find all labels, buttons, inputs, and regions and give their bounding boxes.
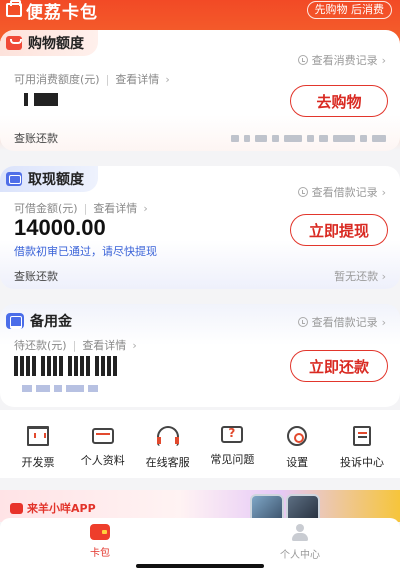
shop-first-pill[interactable]: 先购物 后消费 bbox=[306, 1, 392, 19]
no-repayment-label: 暂无还款 bbox=[334, 270, 379, 283]
home-indicator bbox=[136, 564, 264, 568]
nav-wallet[interactable]: 卡包 bbox=[50, 518, 150, 559]
complaint-icon bbox=[352, 426, 371, 446]
cash-icon bbox=[6, 172, 22, 186]
loan-record-link[interactable]: 查看借款记录 › bbox=[297, 184, 386, 200]
invoice-icon bbox=[27, 426, 49, 446]
shopping-repay-link[interactable]: 查账还款 bbox=[14, 130, 58, 146]
clock-icon bbox=[297, 55, 308, 65]
shopping-detail-link[interactable]: 查看详情 bbox=[115, 71, 159, 87]
clock-icon bbox=[297, 317, 308, 327]
consumption-record-link[interactable]: 查看消费记录 › bbox=[297, 52, 386, 68]
tool-online-service[interactable]: 在线客服 bbox=[140, 410, 196, 478]
gear-icon bbox=[287, 426, 308, 446]
tool-profile[interactable]: 个人资料 bbox=[75, 410, 131, 478]
tool-label: 投诉中心 bbox=[339, 456, 384, 469]
chevron-right-icon: › bbox=[381, 185, 386, 199]
headset-icon bbox=[156, 426, 179, 446]
chevron-right-icon: › bbox=[381, 53, 386, 67]
cash-detail-link[interactable]: 查看详情 bbox=[93, 200, 137, 216]
reserve-fund-title: 备用金 bbox=[30, 314, 72, 330]
nav-wallet-label: 卡包 bbox=[90, 548, 110, 559]
shopping-bottom-row: 查账还款 bbox=[14, 130, 386, 146]
cash-repay-link[interactable]: 查账还款 bbox=[14, 268, 58, 284]
shopping-quota-title: 购物额度 bbox=[28, 36, 84, 52]
tool-label: 开发票 bbox=[21, 456, 55, 469]
reserve-loan-record-link[interactable]: 查看借款记录 › bbox=[297, 314, 386, 330]
cash-quota-card: 取现额度 查看借款记录 › 可借金额(元) | 查看详情 › 14000.00 … bbox=[0, 166, 400, 289]
tool-settings[interactable]: 设置 bbox=[269, 410, 325, 478]
masked-quota-amount bbox=[24, 92, 64, 106]
tool-grid: 开发票 个人资料 在线客服 常见问题 设置 投诉中心 bbox=[0, 410, 400, 478]
clock-icon bbox=[297, 187, 308, 197]
shopping-quota-tab: 购物额度 bbox=[0, 30, 98, 56]
promo-tag-label: 来羊小咩APP bbox=[27, 502, 96, 515]
reserve-loan-record-label: 查看借款记录 bbox=[311, 316, 378, 329]
repay-now-button[interactable]: 立即还款 bbox=[290, 350, 388, 382]
nav-profile-label: 个人中心 bbox=[280, 550, 320, 561]
blurred-info bbox=[231, 134, 386, 142]
cash-quota-title: 取现额度 bbox=[28, 172, 84, 188]
tool-invoice[interactable]: 开发票 bbox=[10, 410, 66, 478]
consumption-record-label: 查看消费记录 bbox=[311, 54, 378, 67]
chevron-right-icon: › bbox=[381, 315, 386, 329]
tool-label: 常见问题 bbox=[210, 453, 255, 466]
shopping-quota-card: 购物额度 查看消费记录 › 可用消费额度(元) | 查看详情 › 去购物 查账还… bbox=[0, 30, 400, 151]
loan-record-label: 查看借款记录 bbox=[311, 186, 378, 199]
available-quota-label: 可用消费额度(元) bbox=[14, 73, 100, 86]
reserve-sub-row: 待还款(元) | 查看详情 › bbox=[14, 337, 137, 353]
reserve-fund-tab: 备用金 bbox=[0, 308, 86, 334]
wallet-logo-icon bbox=[6, 0, 22, 17]
chevron-right-icon: › bbox=[132, 338, 137, 352]
cash-quota-tab: 取现额度 bbox=[0, 166, 98, 192]
cash-bottom-row: 查账还款 暂无还款 › bbox=[14, 268, 386, 284]
brand-title: 便荔卡包 bbox=[26, 2, 98, 23]
nav-profile[interactable]: 个人中心 bbox=[250, 518, 350, 561]
masked-pending-amount bbox=[14, 355, 119, 377]
reserve-fund-icon bbox=[6, 313, 24, 329]
tool-label: 个人资料 bbox=[80, 454, 125, 467]
promo-tag: 来羊小咩APP bbox=[10, 500, 96, 516]
app-logo-icon bbox=[10, 502, 23, 514]
chevron-right-icon: › bbox=[165, 72, 170, 86]
wallet-icon bbox=[90, 524, 110, 540]
tool-faq[interactable]: 常见问题 bbox=[204, 410, 260, 478]
tool-label: 在线客服 bbox=[145, 456, 190, 469]
cash-sub-row: 可借金额(元) | 查看详情 › bbox=[14, 200, 148, 216]
no-repayment-status[interactable]: 暂无还款 › bbox=[334, 268, 386, 284]
withdraw-now-button[interactable]: 立即提现 bbox=[290, 214, 388, 246]
go-shopping-button[interactable]: 去购物 bbox=[290, 85, 388, 117]
shopping-bag-icon bbox=[6, 36, 22, 50]
chevron-right-icon: › bbox=[381, 270, 386, 283]
id-card-icon bbox=[91, 428, 114, 444]
borrowable-amount: 14000.00 bbox=[14, 215, 106, 240]
borrowable-amount-label: 可借金额(元) bbox=[14, 202, 78, 215]
pending-repayment-label: 待还款(元) bbox=[14, 339, 67, 352]
person-icon bbox=[291, 524, 309, 542]
tool-complaint[interactable]: 投诉中心 bbox=[334, 410, 390, 478]
reserve-detail-link[interactable]: 查看详情 bbox=[82, 337, 126, 353]
shopping-sub-row: 可用消费额度(元) | 查看详情 › bbox=[14, 71, 170, 87]
masked-pending-detail bbox=[22, 385, 98, 392]
tool-label: 设置 bbox=[286, 456, 309, 469]
reserve-fund-card: 备用金 查看借款记录 › 待还款(元) | 查看详情 › 立即还款 bbox=[0, 304, 400, 407]
approval-notice: 借款初审已通过，请尽快提现 bbox=[14, 245, 157, 258]
chevron-right-icon: › bbox=[143, 201, 148, 215]
brand: 便荔卡包 bbox=[6, 0, 98, 23]
faq-icon bbox=[221, 426, 244, 443]
